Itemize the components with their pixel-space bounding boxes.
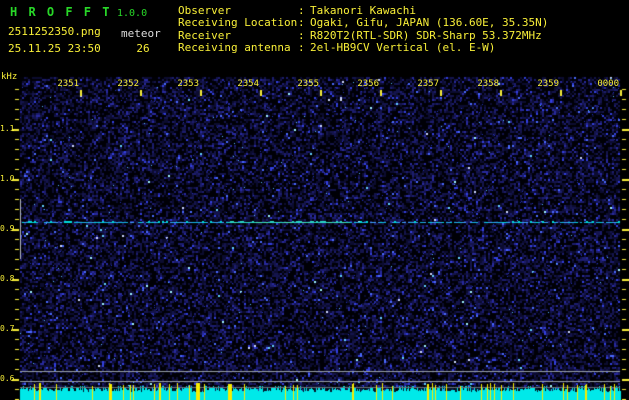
freq-axis-tick-label: 0.9	[0, 224, 15, 233]
time-axis-tick-label: 2356	[357, 79, 379, 89]
freq-axis-unit-label: kHz	[1, 72, 18, 82]
info-label: Receiving Location	[178, 16, 298, 30]
freq-axis-tick-label: 0.7	[0, 324, 15, 333]
time-axis-tick-label: 2354	[237, 79, 259, 89]
time-axis-tick-label: 2351	[57, 79, 79, 89]
observation-mode-label: meteor	[121, 27, 161, 40]
capture-datetime: 25.11.25 23:50	[8, 42, 101, 55]
time-axis-tick-label: 2359	[537, 79, 559, 89]
time-axis-tick-label: 2353	[177, 79, 199, 89]
app-version: 1.0.0	[117, 8, 148, 19]
app-title: H R O F F T	[10, 5, 112, 19]
time-axis-tick-label: 2352	[117, 79, 139, 89]
info-label: Receiving antenna	[178, 41, 291, 55]
info-value: 2el-HB9CV Vertical (el. E-W)	[310, 41, 496, 55]
freq-axis-tick-label: 0.8	[0, 274, 15, 283]
freq-axis-tick-label: 1.1	[0, 124, 15, 133]
time-axis-tick-label: 0000	[597, 79, 619, 89]
time-axis-tick-label: 2358	[477, 79, 499, 89]
info-separator: :	[298, 16, 305, 30]
capture-filename: 2511252350.png	[8, 25, 101, 38]
info-separator: :	[298, 41, 305, 55]
time-axis-tick-label: 2355	[297, 79, 319, 89]
meteor-count: 26	[136, 42, 150, 55]
freq-axis-tick-label: 0.6	[0, 374, 15, 383]
info-value: Ogaki, Gifu, JAPAN (136.60E, 35.35N)	[310, 16, 549, 30]
time-axis-tick-label: 2357	[417, 79, 439, 89]
station-info-table: Observer : Takanori Kawachi Receiving Lo…	[178, 4, 549, 55]
hrofft-window: H R O F F T 1.0.0 2511252350.png meteor …	[0, 0, 629, 400]
freq-axis-tick-label: 1.0	[0, 174, 15, 183]
spectrogram-plot	[0, 0, 629, 400]
